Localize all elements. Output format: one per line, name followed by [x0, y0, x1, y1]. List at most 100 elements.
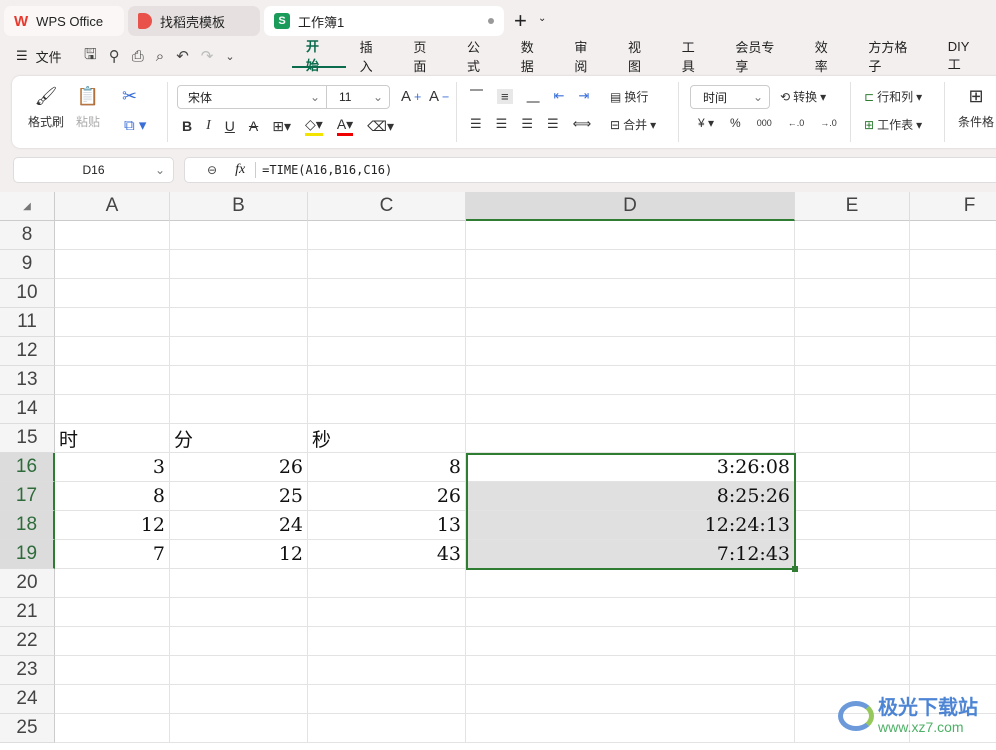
- cell-E11[interactable]: [795, 308, 910, 337]
- decimal-increase-button[interactable]: ←.0: [788, 118, 805, 128]
- cell-B16[interactable]: 26: [170, 453, 308, 482]
- cell-D17[interactable]: 8:25:26: [466, 482, 795, 511]
- cell-A10[interactable]: [55, 279, 170, 308]
- cell-E12[interactable]: [795, 337, 910, 366]
- column-header-C[interactable]: C: [308, 192, 466, 221]
- cell-B11[interactable]: [170, 308, 308, 337]
- borders-button[interactable]: ⊞▾: [272, 118, 291, 135]
- ribbon-tab[interactable]: 会员专享: [721, 40, 800, 74]
- row-header-8[interactable]: 8: [0, 221, 55, 250]
- cell-D16[interactable]: 3:26:08: [466, 453, 795, 482]
- cell-A20[interactable]: [55, 569, 170, 598]
- cell-A22[interactable]: [55, 627, 170, 656]
- tab-workbook1[interactable]: S 工作簿1: [264, 6, 504, 36]
- cell-B14[interactable]: [170, 395, 308, 424]
- ribbon-tab[interactable]: 工具: [668, 40, 722, 74]
- row-header-21[interactable]: 21: [0, 598, 55, 627]
- cell-A21[interactable]: [55, 598, 170, 627]
- row-header-20[interactable]: 20: [0, 569, 55, 598]
- cell-E14[interactable]: [795, 395, 910, 424]
- cell-C9[interactable]: [308, 250, 466, 279]
- worksheet-button[interactable]: ⊞ 工作表 ▾: [864, 116, 922, 133]
- cell-C20[interactable]: [308, 569, 466, 598]
- cell-E21[interactable]: [795, 598, 910, 627]
- zoom-icon[interactable]: ⊖: [207, 163, 217, 177]
- row-header-14[interactable]: 14: [0, 395, 55, 424]
- copy-button[interactable]: ⧉ ▾: [124, 116, 146, 134]
- decimal-decrease-button[interactable]: →.0: [820, 118, 837, 128]
- cell-E20[interactable]: [795, 569, 910, 598]
- tab-docer-templates[interactable]: 找稻壳模板: [128, 6, 260, 36]
- print-preview-icon[interactable]: ⌕: [156, 48, 164, 65]
- align-center-button[interactable]: ☰: [496, 116, 508, 132]
- cell-F20[interactable]: [910, 569, 996, 598]
- cell-A19[interactable]: 7: [55, 540, 170, 569]
- font-size-select[interactable]: 11 ⌄: [326, 85, 390, 109]
- print-icon[interactable]: ⎙: [132, 48, 144, 65]
- cell-B12[interactable]: [170, 337, 308, 366]
- cell-E18[interactable]: [795, 511, 910, 540]
- cell-F11[interactable]: [910, 308, 996, 337]
- ribbon-tab[interactable]: 开始: [292, 39, 346, 73]
- cell-A17[interactable]: 8: [55, 482, 170, 511]
- fx-icon[interactable]: fx: [235, 162, 245, 178]
- cell-E23[interactable]: [795, 656, 910, 685]
- formula-input[interactable]: =TIME(A16,B16,C16): [262, 163, 392, 177]
- cell-C17[interactable]: 26: [308, 482, 466, 511]
- cell-E10[interactable]: [795, 279, 910, 308]
- ribbon-tab[interactable]: 效率: [801, 40, 855, 74]
- row-header-10[interactable]: 10: [0, 279, 55, 308]
- ribbon-tab[interactable]: 方方格子: [854, 40, 933, 74]
- cell-F12[interactable]: [910, 337, 996, 366]
- indent-increase-button[interactable]: ⇥: [579, 88, 590, 104]
- cell-C13[interactable]: [308, 366, 466, 395]
- cell-E19[interactable]: [795, 540, 910, 569]
- ribbon-tab[interactable]: 数据: [507, 40, 561, 74]
- cell-E8[interactable]: [795, 221, 910, 250]
- format-painter-button[interactable]: 🖌 格式刷: [28, 86, 64, 130]
- cell-C10[interactable]: [308, 279, 466, 308]
- cell-A14[interactable]: [55, 395, 170, 424]
- cell-E16[interactable]: [795, 453, 910, 482]
- cell-A16[interactable]: 3: [55, 453, 170, 482]
- cell-A11[interactable]: [55, 308, 170, 337]
- cell-A25[interactable]: [55, 714, 170, 743]
- cell-F13[interactable]: [910, 366, 996, 395]
- cell-A24[interactable]: [55, 685, 170, 714]
- column-header-B[interactable]: B: [170, 192, 308, 221]
- row-header-15[interactable]: 15: [0, 424, 55, 453]
- ribbon-tab[interactable]: 插入: [346, 40, 400, 74]
- row-header-9[interactable]: 9: [0, 250, 55, 279]
- align-top-button[interactable]: ⎺: [470, 88, 483, 104]
- justify-button[interactable]: ☰: [547, 116, 559, 132]
- cell-A23[interactable]: [55, 656, 170, 685]
- ribbon-tab[interactable]: 公式: [453, 40, 507, 74]
- cell-F15[interactable]: [910, 424, 996, 453]
- cell-D20[interactable]: [466, 569, 795, 598]
- cell-F10[interactable]: [910, 279, 996, 308]
- row-header-22[interactable]: 22: [0, 627, 55, 656]
- align-right-button[interactable]: ☰: [521, 116, 533, 132]
- cell-D15[interactable]: [466, 424, 795, 453]
- align-middle-button[interactable]: ≡: [497, 88, 513, 104]
- cell-E15[interactable]: [795, 424, 910, 453]
- cell-F17[interactable]: [910, 482, 996, 511]
- tab-wps-office[interactable]: W WPS Office: [4, 6, 124, 36]
- cell-C25[interactable]: [308, 714, 466, 743]
- ribbon-tab[interactable]: 审阅: [560, 40, 614, 74]
- column-header-E[interactable]: E: [795, 192, 910, 221]
- merge-button[interactable]: ⊟ 合并 ▾: [610, 116, 656, 133]
- row-header-18[interactable]: 18: [0, 511, 55, 540]
- cell-C24[interactable]: [308, 685, 466, 714]
- cell-D22[interactable]: [466, 627, 795, 656]
- cell-C23[interactable]: [308, 656, 466, 685]
- cell-E13[interactable]: [795, 366, 910, 395]
- cell-B23[interactable]: [170, 656, 308, 685]
- cell-B13[interactable]: [170, 366, 308, 395]
- cell-C15[interactable]: 秒: [308, 424, 466, 453]
- cell-C12[interactable]: [308, 337, 466, 366]
- cell-B25[interactable]: [170, 714, 308, 743]
- select-all-corner[interactable]: ◢: [0, 192, 55, 221]
- cell-A12[interactable]: [55, 337, 170, 366]
- cell-C14[interactable]: [308, 395, 466, 424]
